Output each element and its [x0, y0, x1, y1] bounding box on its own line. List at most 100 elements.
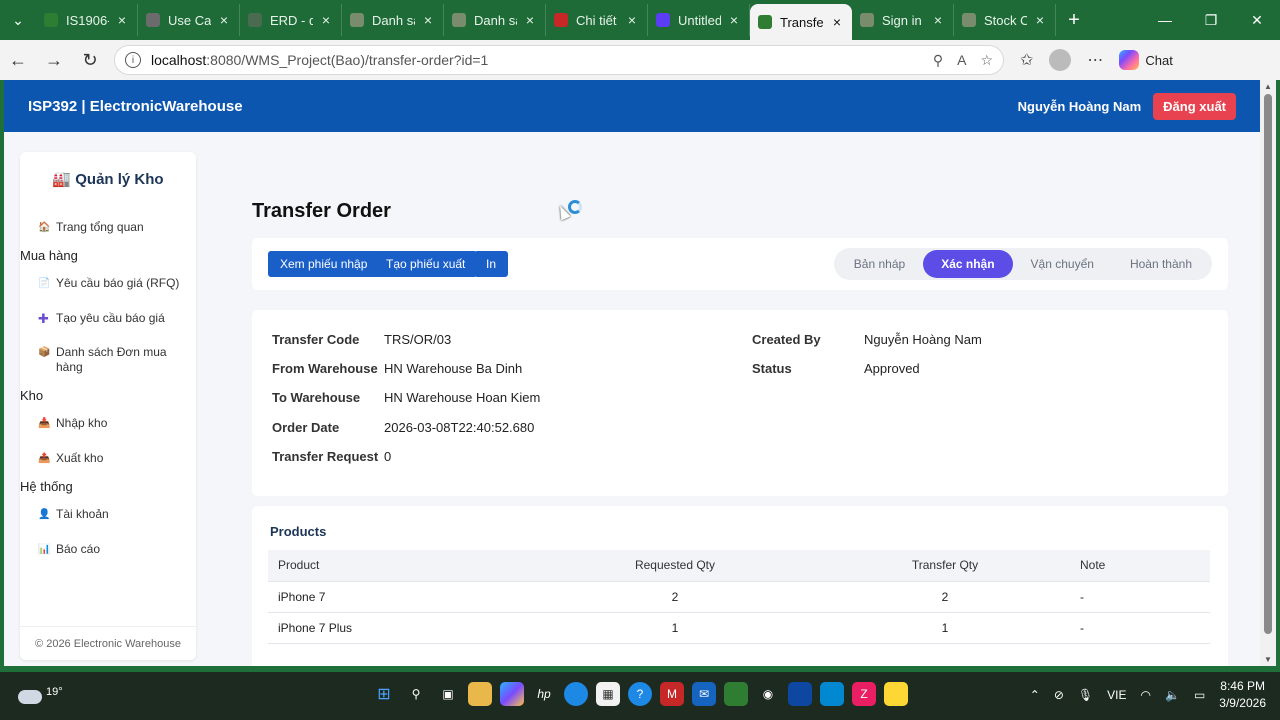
tab-close-icon[interactable]: ×: [1033, 12, 1047, 28]
cell-requested-qty: 2: [530, 581, 820, 613]
copilot-chat-button[interactable]: Chat: [1119, 50, 1173, 70]
create-export-button[interactable]: Tạo phiếu xuất: [374, 251, 478, 277]
sidebar-item-export[interactable]: 📤 Xuất kho: [38, 451, 188, 466]
github-icon[interactable]: ◉: [756, 682, 780, 706]
microphone-icon[interactable]: 🎙: [1078, 688, 1093, 702]
new-tab-plus-icon[interactable]: +: [1056, 0, 1092, 40]
chevron-up-icon[interactable]: ⌃: [1030, 688, 1040, 702]
hp-icon[interactable]: hp: [532, 682, 556, 706]
read-aloud-icon[interactable]: A: [957, 52, 966, 69]
scrollbar-thumb[interactable]: [1264, 94, 1272, 634]
browser-tab[interactable]: ERD - di ×: [240, 4, 342, 36]
step-shipping[interactable]: Vận chuyển: [1013, 250, 1112, 278]
language-indicator[interactable]: VIE: [1107, 688, 1126, 702]
sidebar-item-import[interactable]: 📥 Nhập kho: [38, 416, 188, 431]
weather-widget[interactable]: 19°: [18, 680, 63, 704]
browser-tab[interactable]: Danh sá ×: [444, 4, 546, 36]
from-warehouse-label: From Warehouse: [272, 361, 378, 376]
network-off-icon[interactable]: ⊘: [1054, 688, 1064, 702]
tab-close-icon[interactable]: ×: [931, 12, 945, 28]
address-bar[interactable]: i localhost:8080/WMS_Project(Bao)/transf…: [114, 45, 1004, 75]
sticky-notes-icon[interactable]: [884, 682, 908, 706]
view-import-button[interactable]: Xem phiếu nhập: [268, 251, 380, 277]
help-icon[interactable]: ?: [628, 682, 652, 706]
edge-browser-icon[interactable]: [564, 682, 588, 706]
sidebar-item-report[interactable]: 📊 Báo cáo: [38, 542, 188, 557]
favorites-icon[interactable]: ✩: [1020, 50, 1033, 70]
cell-transfer-qty: 1: [820, 612, 1070, 644]
print-button[interactable]: In: [474, 251, 509, 277]
profile-avatar[interactable]: [1049, 49, 1072, 71]
sidebar-item-account[interactable]: 👤 Tài khoản: [38, 507, 188, 522]
back-arrow-icon[interactable]: ←: [0, 42, 36, 78]
tab-close-icon[interactable]: ×: [421, 12, 435, 28]
remote-desktop-icon[interactable]: [788, 682, 812, 706]
browser-tab[interactable]: Danh sá ×: [342, 4, 444, 36]
more-options-icon[interactable]: ⋯: [1087, 50, 1103, 70]
tab-close-icon[interactable]: ×: [830, 14, 844, 30]
table-header-row: Product Requested Qty Transfer Qty Note: [268, 550, 1210, 582]
logout-button[interactable]: Đăng xuất: [1153, 92, 1236, 120]
step-draft[interactable]: Bản nháp: [836, 250, 923, 278]
windows-start-icon[interactable]: ⊞: [372, 682, 396, 706]
page-scrollbar[interactable]: ▲ ▼: [1260, 80, 1276, 666]
tab-close-icon[interactable]: ×: [217, 12, 231, 28]
tab-title: Danh sá: [372, 12, 415, 28]
tab-close-icon[interactable]: ×: [625, 12, 639, 28]
close-window-icon[interactable]: ✕: [1234, 0, 1280, 40]
wifi-icon[interactable]: ◠: [1141, 688, 1151, 702]
refresh-icon[interactable]: ↻: [72, 42, 108, 78]
step-completed[interactable]: Hoàn thành: [1112, 250, 1210, 278]
task-view-icon[interactable]: ▣: [436, 682, 460, 706]
tab-close-icon[interactable]: ×: [115, 12, 129, 28]
window-controls: — ❐ ✕: [1142, 0, 1280, 40]
page-viewport: ISP392 | ElectronicWarehouse Nguyễn Hoàn…: [4, 80, 1260, 666]
file-explorer-icon[interactable]: [468, 682, 492, 706]
copilot-app-icon[interactable]: [500, 682, 524, 706]
scroll-down-icon[interactable]: ▼: [1264, 655, 1272, 664]
browser-tab[interactable]: IS1906-I ×: [36, 4, 138, 36]
browser-tab[interactable]: Use Case ×: [138, 4, 240, 36]
search-icon[interactable]: ⚲: [404, 682, 428, 706]
sidebar-item-label: Tạo yêu cầu báo giá: [56, 311, 165, 325]
browser-toolbar: ← → ↻ i localhost:8080/WMS_Project(Bao)/…: [0, 40, 1280, 80]
volume-icon[interactable]: 🔈: [1165, 688, 1180, 702]
mcafee-icon[interactable]: M: [660, 682, 684, 706]
transfer-info-card: Transfer Code TRS/OR/03 From Warehouse H…: [252, 310, 1228, 496]
url-host: localhost: [151, 52, 207, 68]
products-card: Products Product Requested Qty Transfer …: [252, 506, 1228, 666]
minimize-icon[interactable]: —: [1142, 0, 1188, 40]
step-confirmed[interactable]: Xác nhận: [923, 250, 1013, 278]
sidebar-item-rfq[interactable]: 📄 Yêu cầu báo giá (RFQ): [38, 276, 188, 291]
store-icon[interactable]: ▦: [596, 682, 620, 706]
restore-icon[interactable]: ❐: [1188, 0, 1234, 40]
clock[interactable]: 8:46 PM 3/9/2026: [1219, 678, 1266, 712]
sidebar-item-create-rfq[interactable]: ✚ Tạo yêu cầu báo giá: [38, 311, 188, 326]
forward-arrow-icon[interactable]: →: [36, 42, 72, 78]
tab-close-icon[interactable]: ×: [319, 12, 333, 28]
photos-icon[interactable]: [820, 682, 844, 706]
browser-tab[interactable]: Sign in ×: [852, 4, 954, 36]
tab-close-icon[interactable]: ×: [727, 12, 741, 28]
browser-tab[interactable]: Untitled ×: [648, 4, 750, 36]
app-cube-icon[interactable]: [724, 682, 748, 706]
sidebar-item-label: Tài khoản: [56, 507, 109, 521]
favorite-star-icon[interactable]: ☆: [980, 52, 993, 69]
sidebar-item-label: Xuất kho: [56, 451, 104, 465]
zalo-icon[interactable]: Z: [852, 682, 876, 706]
sidebar-item-dashboard[interactable]: 🏠 Trang tổng quan: [38, 220, 188, 235]
outlook-icon[interactable]: ✉: [692, 682, 716, 706]
sidebar: 🏭 Quản lý Kho 🏠 Trang tổng quan Mua hàng …: [20, 152, 196, 660]
tab-close-icon[interactable]: ×: [523, 12, 537, 28]
sidebar-item-po-list[interactable]: 📦 Danh sách Đơn mua hàng: [38, 345, 188, 375]
tab-title: Sign in: [882, 12, 922, 28]
scroll-up-icon[interactable]: ▲: [1264, 82, 1272, 91]
browser-tab[interactable]: Stock O ×: [954, 4, 1056, 36]
browser-tab[interactable]: Chi tiết ×: [546, 4, 648, 36]
site-info-icon[interactable]: i: [125, 52, 141, 68]
table-row: iPhone 7 Plus 1 1 -: [268, 612, 1210, 644]
browser-tab[interactable]: Transfer ×: [750, 4, 852, 40]
tab-actions-chevron-icon[interactable]: ⌄: [0, 0, 36, 40]
zoom-search-icon[interactable]: ⚲: [933, 52, 943, 69]
battery-icon[interactable]: ▭: [1194, 688, 1205, 702]
